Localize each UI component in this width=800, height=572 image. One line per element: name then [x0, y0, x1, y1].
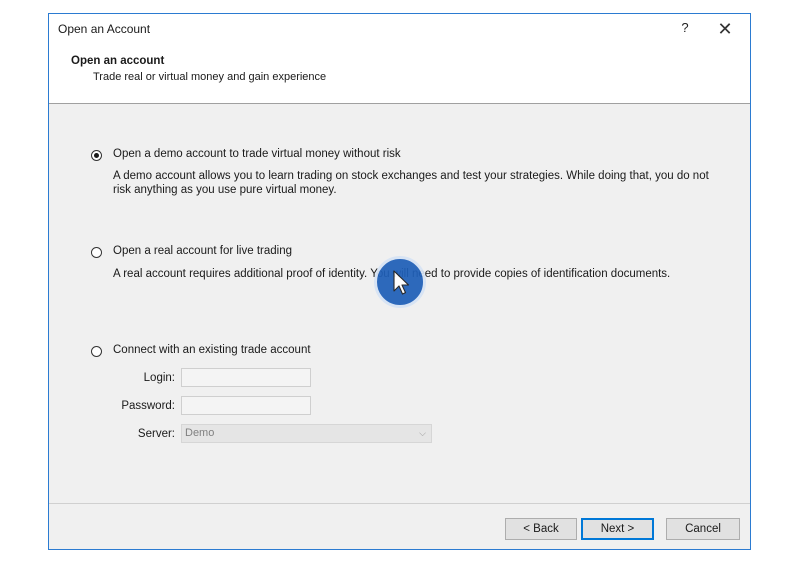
radio-demo-account[interactable] [91, 150, 102, 161]
password-input[interactable] [181, 396, 311, 415]
server-label: Server: [137, 428, 175, 440]
password-label: Password: [121, 400, 175, 412]
pointer-cursor-icon [393, 270, 410, 295]
chevron-down-icon: ⌵ [419, 428, 426, 438]
footer-divider [49, 503, 750, 504]
close-icon: ✕ [717, 19, 733, 39]
page-subtitle: Trade real or virtual money and gain exp… [93, 71, 327, 83]
title-bar: Open an Account ? ✕ [49, 14, 750, 44]
server-selected-value: Demo [185, 427, 215, 439]
existing-account-label[interactable]: Connect with an existing trade account [113, 344, 311, 356]
cursor-highlight [374, 256, 426, 308]
login-label: Login: [143, 372, 175, 384]
cancel-button[interactable]: Cancel [666, 518, 740, 540]
help-button[interactable]: ? [677, 20, 693, 38]
radio-real-account[interactable] [91, 247, 102, 258]
window-title: Open an Account [58, 22, 151, 36]
wizard-header: Open an account Trade real or virtual mo… [49, 44, 750, 104]
demo-account-description-line2: risk anything as you use pure virtual mo… [113, 184, 337, 196]
back-button[interactable]: < Back [505, 518, 577, 540]
next-button[interactable]: Next > [581, 518, 654, 540]
server-select[interactable]: Demo ⌵ [181, 424, 432, 443]
page-title: Open an account [71, 55, 165, 67]
demo-account-label[interactable]: Open a demo account to trade virtual mon… [113, 148, 401, 160]
radio-existing-account[interactable] [91, 346, 102, 357]
demo-account-description-line1: A demo account allows you to learn tradi… [113, 170, 709, 182]
login-input[interactable] [181, 368, 311, 387]
real-account-label[interactable]: Open a real account for live trading [113, 245, 292, 257]
close-button[interactable]: ✕ [713, 18, 737, 40]
